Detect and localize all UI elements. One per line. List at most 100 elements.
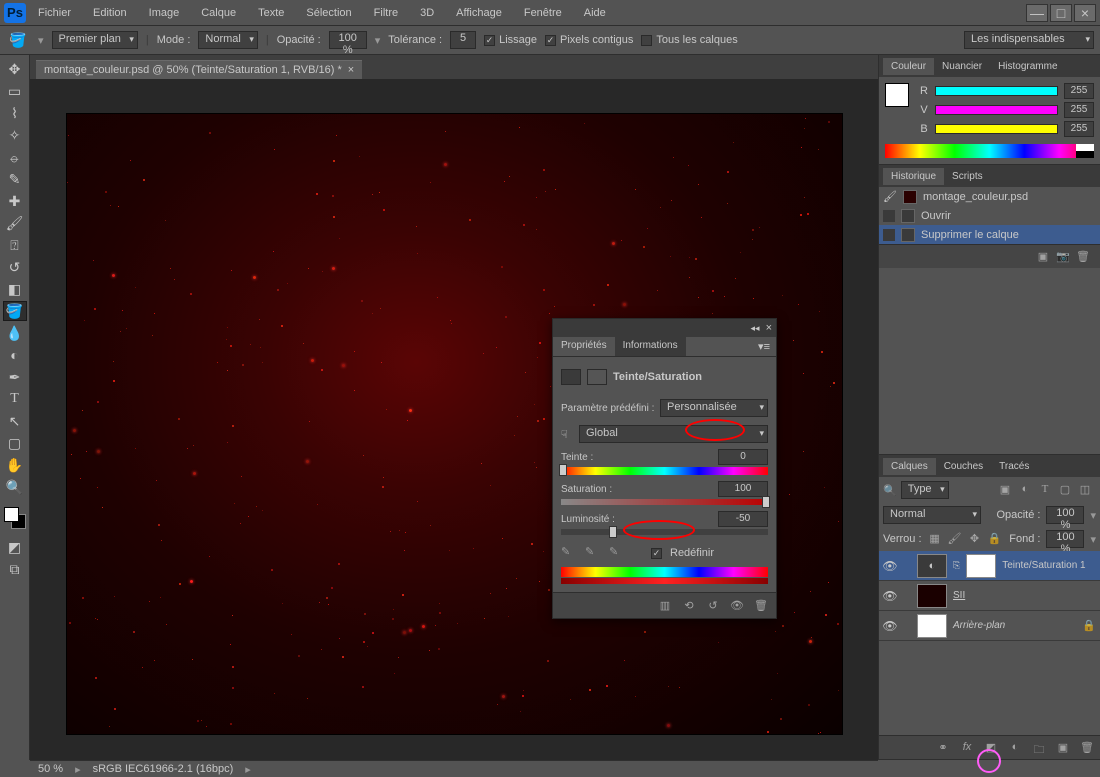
color-profile[interactable]: sRGB IEC61966-2.1 (16bpc) [93,763,234,775]
saturation-slider[interactable] [561,499,768,505]
all-layers-checkbox[interactable] [641,35,652,46]
lock-transparent-icon[interactable]: ▦ [928,532,942,546]
menu-window[interactable]: Fenêtre [520,5,566,21]
blend-mode-select[interactable]: Normal [883,506,981,524]
bucket-icon[interactable]: 🪣 [6,30,30,50]
lightness-value[interactable]: -50 [718,511,768,527]
delete-layer-icon[interactable]: 🗑 [1080,741,1094,755]
collapse-icon[interactable]: ◂◂ [751,323,760,334]
lock-pixels-icon[interactable]: 🖌 [948,532,962,546]
tab-color[interactable]: Couleur [883,58,934,75]
hand-icon[interactable]: ☟ [561,428,579,441]
layer-item[interactable]: 👁 ◐ ⎘ Teinte/Saturation 1 [879,551,1100,581]
menu-edit[interactable]: Edition [89,5,131,21]
layer-mask-thumb[interactable] [966,554,996,578]
chevron-icon[interactable]: ▸ [75,763,81,776]
scope-select[interactable]: Global [579,425,768,443]
type-tool[interactable]: T [3,389,27,409]
clip-icon[interactable]: ▥ [658,599,672,613]
adjustment-layer-icon[interactable]: ◐ [1008,741,1022,755]
screen-mode-toggle[interactable]: ⧉ [3,559,27,579]
mode-select[interactable]: Normal [198,31,257,49]
lock-all-icon[interactable]: 🔒 [988,532,1002,546]
tab-channels[interactable]: Couches [936,458,991,475]
color-swatches[interactable] [4,507,26,529]
document-tab[interactable]: montage_couleur.psd @ 50% (Teinte/Satura… [36,60,362,79]
menu-view[interactable]: Affichage [452,5,506,21]
eyedropper-icon[interactable]: ✎ [561,545,577,561]
sample-select[interactable]: Premier plan [52,31,138,49]
menu-3d[interactable]: 3D [416,5,438,21]
lock-position-icon[interactable]: ✥ [968,532,982,546]
history-item[interactable]: Ouvrir [879,206,1100,225]
v-slider[interactable] [935,105,1058,115]
quickmask-toggle[interactable]: ◩ [3,537,27,557]
filter-type-select[interactable]: Type [901,481,949,499]
smoothing-checkbox[interactable]: ✓ [484,35,495,46]
panel-menu-icon[interactable]: ▾≡ [752,337,776,356]
dodge-tool[interactable]: ◐ [3,345,27,365]
zoom-level[interactable]: 50 % [38,763,63,775]
fx-icon[interactable]: fx [960,741,974,755]
workspace-select[interactable]: Les indispensables [964,31,1094,49]
brush-tool[interactable]: 🖌 [3,213,27,233]
mask-icon[interactable]: ◩ [984,741,998,755]
minimize-button[interactable]: — [1026,4,1048,22]
tab-swatches[interactable]: Nuancier [934,58,990,75]
tab-scripts[interactable]: Scripts [944,168,991,185]
saturation-value[interactable]: 100 [718,481,768,497]
history-item[interactable]: Supprimer le calque [879,225,1100,244]
menu-text[interactable]: Texte [254,5,288,21]
maximize-button[interactable]: □ [1050,4,1072,22]
eyedropper-add-icon[interactable]: ✎ [585,545,601,561]
layer-item[interactable]: 👁 Arrière-plan 🔒 [879,611,1100,641]
spectrum-bar[interactable] [885,144,1094,158]
filter-pixel-icon[interactable]: ▣ [998,483,1012,497]
properties-panel[interactable]: ◂◂ × Propriétés Informations ▾≡ Teinte/S… [552,318,777,619]
colorize-checkbox[interactable]: ✓ [651,548,662,559]
hue-value[interactable]: 0 [718,449,768,465]
visibility-toggle[interactable]: 👁 [883,619,897,633]
blur-tool[interactable]: 💧 [3,323,27,343]
close-button[interactable]: × [1074,4,1096,22]
visibility-toggle[interactable]: 👁 [883,589,897,603]
foreground-swatch[interactable] [885,83,909,107]
eraser-tool[interactable]: ◧ [3,279,27,299]
menu-help[interactable]: Aide [580,5,610,21]
preset-select[interactable]: Personnalisée [660,399,768,417]
marquee-tool[interactable]: ▭ [3,81,27,101]
panel-close-icon[interactable]: × [766,322,772,334]
filter-smart-icon[interactable]: ◫ [1078,483,1092,497]
bucket-tool[interactable]: 🪣 [3,301,27,321]
eyedropper-sub-icon[interactable]: ✎ [609,545,625,561]
trash-icon[interactable]: 🗑 [754,599,768,613]
filter-type-icon[interactable]: T [1038,483,1052,497]
menu-file[interactable]: Fichier [34,5,75,21]
magic-wand-tool[interactable]: ✧ [3,125,27,145]
history-brush-tool[interactable]: ↺ [3,257,27,277]
healing-tool[interactable]: ✚ [3,191,27,211]
menu-layer[interactable]: Calque [197,5,240,21]
reset-icon[interactable]: ↺ [706,599,720,613]
filter-adjust-icon[interactable]: ◐ [1018,483,1032,497]
group-icon[interactable]: 🗀 [1032,741,1046,755]
close-tab-icon[interactable]: × [348,64,354,76]
eyedropper-tool[interactable]: ✎ [3,169,27,189]
tab-paths[interactable]: Tracés [991,458,1037,475]
tab-info[interactable]: Informations [615,337,686,356]
tab-histogram[interactable]: Histogramme [990,58,1065,75]
tab-history[interactable]: Historique [883,168,944,185]
path-tool[interactable]: ↖ [3,411,27,431]
opacity-input[interactable]: 100 % [329,31,367,49]
b-slider[interactable] [935,124,1058,134]
layer-opacity-input[interactable]: 100 % [1046,506,1084,524]
trash-icon[interactable]: 🗑 [1076,250,1090,264]
tolerance-input[interactable]: 5 [450,31,476,49]
crop-tool[interactable]: ⦵ [3,147,27,167]
search-icon[interactable]: 🔍 [883,484,897,497]
chevron-icon[interactable]: ▸ [245,763,251,776]
r-value[interactable]: 255 [1064,83,1094,99]
layer-item[interactable]: 👁 SII [879,581,1100,611]
tab-properties[interactable]: Propriétés [553,337,615,356]
shape-tool[interactable]: ▢ [3,433,27,453]
